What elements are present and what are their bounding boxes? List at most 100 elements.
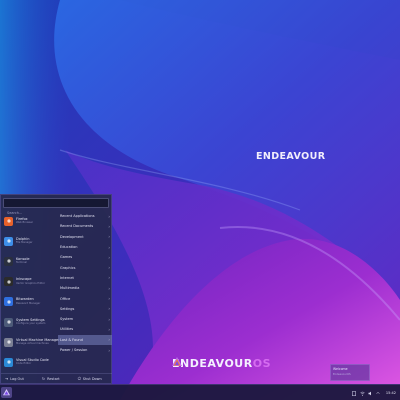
power-actions: ⇥ Log Out ↻ Restart ⏻ Shut Down (1, 373, 112, 383)
favorite-item[interactable]: Firefox Web Browser (1, 211, 57, 231)
category-label: Lost & Found (60, 337, 83, 342)
favorite-description: Password Manager (16, 301, 41, 305)
favorite-text: System Settings Configure your system (16, 318, 45, 327)
category-label: Internet (60, 275, 74, 280)
category-item[interactable]: Lost & Found › (58, 334, 112, 345)
favorite-description: Code Editor (16, 362, 32, 366)
chevron-right-icon: › (108, 326, 110, 332)
taskbar: 15:42 (0, 384, 400, 400)
favorite-item[interactable]: Inkscape Vector Graphics Editor (1, 272, 57, 292)
logout-icon: ⇥ (5, 376, 9, 381)
bitwarden-icon (4, 297, 13, 307)
category-label: Games (60, 255, 73, 260)
restart-button[interactable]: ↻ Restart (42, 376, 60, 381)
category-label: Utilities (60, 327, 74, 332)
category-item[interactable]: Graphics › (58, 262, 112, 272)
category-item[interactable]: Office › (58, 293, 112, 303)
endeavour-mark-icon (172, 357, 182, 366)
power-label: Restart (47, 376, 60, 381)
restart-icon: ↻ (41, 376, 46, 381)
favorites-list: Firefox Web Browser Dolphin File Manager Kon… (1, 211, 60, 373)
category-item[interactable]: Multimedia › (58, 283, 112, 293)
category-item[interactable]: Internet › (58, 273, 112, 283)
category-label: Recent Applications (60, 214, 95, 219)
power-label: Log Out (10, 376, 24, 381)
favorite-description: Vector Graphics Editor (16, 281, 46, 285)
start-menu-button[interactable] (1, 387, 12, 398)
category-label: Settings (60, 306, 75, 311)
favorite-item[interactable]: Virtual Machine Manager Manage virtual ma… (1, 332, 60, 352)
chevron-right-icon: › (108, 347, 110, 353)
notification-popup[interactable]: Welcome EndeavourOS (330, 364, 370, 381)
endeavouros-logo: ENDEAVOUR OS (172, 357, 271, 370)
favorite-text: Virtual Machine Manager Manage virtual ma… (16, 338, 60, 347)
favorite-description: File Manager (16, 241, 33, 245)
favorite-description: Configure your system (16, 322, 46, 326)
favorite-description: Terminal (16, 261, 27, 265)
category-item[interactable]: Recent Applications › (58, 211, 112, 221)
category-item[interactable]: Recent Documents › (58, 221, 112, 231)
shutdown-icon: ⏻ (77, 376, 81, 381)
category-label: Office (60, 296, 71, 301)
notification-title: Welcome (333, 367, 348, 371)
favorite-text: Firefox Web Browser (16, 217, 33, 226)
notification-body: EndeavourOS (333, 373, 351, 376)
category-item[interactable]: Education › (58, 242, 112, 252)
volume-icon[interactable] (368, 390, 373, 396)
endeavour-logo-top: ENDEAVOUR (256, 151, 325, 162)
chevron-right-icon: › (108, 337, 110, 343)
category-item[interactable]: Settings › (58, 304, 112, 314)
vm-icon (4, 337, 13, 347)
category-item[interactable]: System › (58, 314, 112, 324)
category-label: Multimedia (60, 286, 80, 291)
category-item[interactable]: Development › (58, 232, 112, 242)
logo-text-main: ENDEAVOUR (172, 357, 253, 370)
chevron-right-icon: › (108, 285, 110, 291)
chevron-right-icon: › (108, 306, 110, 312)
application-launcher: FirefoxWeb Browser DolphinFile Manager Kon… (0, 194, 112, 384)
category-item[interactable]: Utilities › (58, 324, 112, 334)
logo-text-accent: OS (252, 357, 271, 370)
system-tray: 15:42 (349, 388, 396, 398)
favorite-text: Konsole Terminal (16, 257, 30, 266)
favorite-item[interactable]: Bitwarden Password Manager (1, 292, 57, 312)
settings-icon (4, 317, 13, 327)
logo-text: ENDEAVOUR (256, 151, 326, 162)
favorite-item[interactable]: System Settings Configure your system (1, 312, 57, 332)
favorite-description: Web Browser (16, 221, 33, 225)
chevron-right-icon: › (108, 244, 110, 250)
chevron-right-icon: › (108, 296, 110, 302)
category-item[interactable]: Power / Session › (58, 345, 112, 355)
categories-list: Recent Applications › Recent Documents › Dev… (58, 211, 112, 355)
shutdown-button[interactable]: ⏻ Shut Down (78, 376, 102, 381)
chevron-right-icon: › (108, 234, 110, 240)
category-label: Education (60, 245, 78, 250)
chevron-right-icon: › (108, 254, 110, 260)
favorite-text: Dolphin File Manager (16, 237, 33, 246)
inkscape-icon (4, 277, 13, 287)
favorite-item[interactable]: Konsole Terminal (1, 251, 57, 271)
chevron-right-icon: › (108, 265, 110, 271)
launcher-search[interactable] (3, 198, 109, 217)
endeavour-launcher-icon (3, 389, 10, 396)
chevron-right-icon: › (108, 316, 110, 322)
category-item[interactable]: Games › (58, 252, 112, 262)
favorite-text: Visual Studio Code Code Editor (16, 358, 49, 367)
logout-button[interactable]: ⇥ Log Out (5, 376, 24, 381)
category-label: Recent Documents (60, 224, 94, 229)
clock[interactable]: 15:42 (386, 391, 396, 395)
power-label: Shut Down (82, 376, 102, 381)
favorite-item[interactable]: Visual Studio Code Code Editor (1, 352, 57, 372)
chevron-right-icon: › (108, 213, 110, 219)
favorite-item[interactable]: Dolphin File Manager (1, 231, 57, 251)
category-label: System (60, 317, 74, 322)
network-icon[interactable] (360, 390, 365, 396)
category-label: Graphics (60, 265, 76, 270)
category-label: Power / Session (60, 348, 88, 352)
konsole-icon (4, 256, 13, 266)
firefox-icon (4, 216, 13, 226)
clipboard-icon[interactable] (352, 390, 357, 396)
vscode-icon (4, 357, 13, 367)
favorite-text: Bitwarden Password Manager (16, 297, 40, 306)
tray-expand-icon[interactable] (376, 390, 381, 396)
